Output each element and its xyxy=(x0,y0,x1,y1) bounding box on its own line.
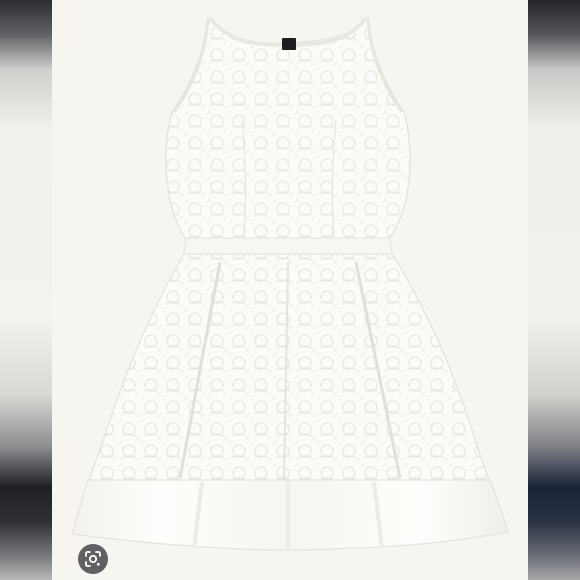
lens-search-button[interactable] xyxy=(78,544,108,574)
waistband xyxy=(183,237,393,255)
blurred-background-right xyxy=(528,0,580,580)
dress-skirt xyxy=(87,253,491,483)
white-lace-dress xyxy=(71,16,509,551)
lens-search-icon xyxy=(85,551,101,567)
product-image[interactable] xyxy=(52,0,528,580)
brand-label xyxy=(282,38,296,50)
satin-hem xyxy=(71,479,509,551)
blurred-background-left xyxy=(0,0,52,580)
dress-bodice xyxy=(165,16,411,241)
